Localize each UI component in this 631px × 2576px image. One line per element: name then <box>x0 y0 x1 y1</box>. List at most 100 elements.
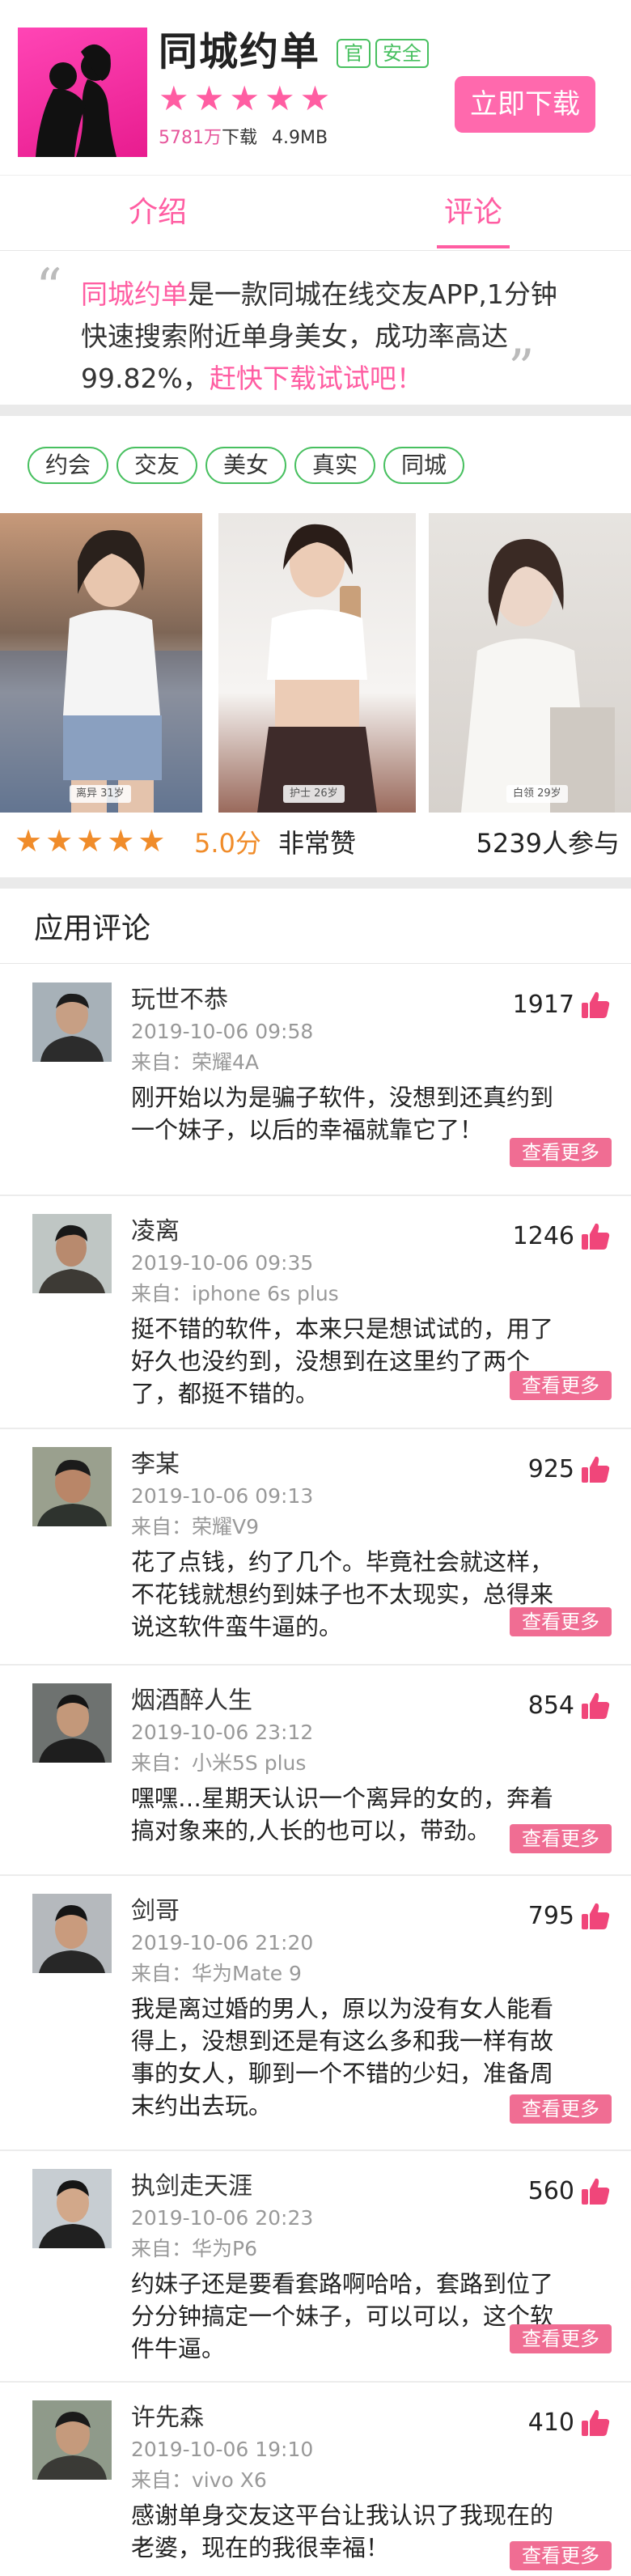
review-item: 烟酒醉人生 2019-10-06 23:12 来自：小米5S plus 854 … <box>0 1666 631 1876</box>
app-meta: 5781万下载 4.9MB <box>159 126 328 151</box>
review-item: 剑哥 2019-10-06 21:20 来自：华为Mate 9 795 我是离过… <box>0 1876 631 2151</box>
download-button[interactable]: 立即下载 <box>455 76 595 133</box>
like-count: 854 <box>527 1691 574 1720</box>
view-more-button[interactable]: 查看更多 <box>510 2094 612 2124</box>
star-icon: ★ <box>264 79 295 118</box>
view-more-button[interactable]: 查看更多 <box>510 1824 612 1853</box>
like-count: 925 <box>527 1455 574 1483</box>
like-count: 795 <box>527 1902 574 1930</box>
review-text: 花了点钱，约了几个。毕竟社会就这样，不花钱就想约到妹子也不太现实，总得来说这软件… <box>131 1548 554 1640</box>
review-item: 执剑走天涯 2019-10-06 20:23 来自：华为P6 560 约妹子还是… <box>0 2151 631 2383</box>
reviews-title: 应用评论 <box>34 912 151 945</box>
keyword-tag[interactable]: 交友 <box>116 447 197 484</box>
like-button[interactable]: 854 <box>528 1687 612 1725</box>
review-device: 来自：小米5S plus <box>131 1751 307 1775</box>
app-star-rating: ★ ★ ★ ★ ★ <box>159 81 330 117</box>
thumbs-up-icon <box>582 1223 610 1250</box>
thumbs-up-icon <box>582 2409 610 2436</box>
review-date: 2019-10-06 21:20 <box>131 1931 314 1954</box>
reviewer-name: 烟酒醉人生 <box>131 1687 252 1715</box>
review-device: 来自：华为P6 <box>131 2237 257 2260</box>
reviewer-name: 凌离 <box>131 1217 180 1246</box>
review-text: 嘿嘿…星期天认识一个离异的女的，奔着搞对象来的,人长的也可以，带劲。 <box>131 1785 554 1844</box>
review-device: 来自：荣耀4A <box>131 1050 260 1074</box>
divider <box>0 963 631 964</box>
reviewer-name: 玩世不恭 <box>131 986 228 1014</box>
keyword-tag[interactable]: 约会 <box>28 447 108 484</box>
review-item: 凌离 2019-10-06 09:35 来自：iphone 6s plus 12… <box>0 1196 631 1429</box>
review-text: 挺不错的软件，本来只是想试试的，用了好久也没约到，没想到在这里约了两个了，都挺不… <box>131 1315 554 1407</box>
star-icon: ★ <box>76 823 104 859</box>
like-button[interactable]: 925 <box>528 1450 612 1489</box>
active-tab-indicator <box>437 245 510 248</box>
like-button[interactable]: 1917 <box>513 986 612 1025</box>
keyword-tag[interactable]: 真实 <box>294 447 375 484</box>
profile-photo[interactable]: 白领 29岁 <box>429 513 631 813</box>
review-text: 感谢单身交友这平台让我认识了我现在的老婆，现在的我很幸福！ <box>131 2502 554 2561</box>
view-more-button[interactable]: 查看更多 <box>510 1371 612 1400</box>
thumbs-up-icon <box>582 1456 610 1483</box>
review-date: 2019-10-06 09:13 <box>131 1484 314 1508</box>
tab-intro[interactable]: 介绍 <box>0 176 316 250</box>
section-divider <box>0 405 631 416</box>
reviewer-name: 执剑走天涯 <box>131 2172 252 2200</box>
star-icon: ★ <box>159 79 189 118</box>
official-badge: 官 <box>337 39 371 68</box>
star-icon: ★ <box>15 823 43 859</box>
safe-badge: 安全 <box>375 39 429 68</box>
view-more-button[interactable]: 查看更多 <box>510 2541 612 2570</box>
view-more-button[interactable]: 查看更多 <box>510 1607 612 1636</box>
app-size: 4.9MB <box>272 128 328 148</box>
like-button[interactable]: 560 <box>528 2172 612 2211</box>
star-icon: ★ <box>299 79 331 118</box>
review-item: 许先森 2019-10-06 19:10 来自：vivo X6 410 感谢单身… <box>0 2383 631 2576</box>
review-text: 刚开始以为是骗子软件，没想到还真约到一个妹子，以后的幸福就靠它了！ <box>131 1084 554 1144</box>
section-divider <box>0 877 631 889</box>
tab-review[interactable]: 评论 <box>316 176 631 250</box>
like-button[interactable]: 1246 <box>513 1217 612 1256</box>
photo-caption: 离异 31岁 <box>70 785 131 803</box>
view-more-button[interactable]: 查看更多 <box>510 1138 612 1167</box>
star-icon: ★ <box>193 79 225 118</box>
like-button[interactable]: 410 <box>528 2404 612 2442</box>
review-date: 2019-10-06 09:58 <box>131 1020 314 1043</box>
keyword-tag[interactable]: 同城 <box>383 447 464 484</box>
review-item: 玩世不恭 2019-10-06 09:58 来自：荣耀4A 1917 刚开始以为… <box>0 965 631 1196</box>
review-device: 来自：iphone 6s plus <box>131 1282 339 1305</box>
intro-text: 同城约单是一款同城在线交友APP,1分钟快速搜索附近单身美女，成功率高达99.8… <box>81 274 566 400</box>
download-count: 5781万 <box>159 128 222 148</box>
keyword-tags: 约会 交友 美女 真实 同城 <box>0 429 631 502</box>
download-suffix: 下载 <box>222 128 258 148</box>
intro-call-to-action: 赶快下载试试吧！ <box>209 363 423 394</box>
thumbs-up-icon <box>582 1903 610 1929</box>
like-count: 1917 <box>512 991 574 1019</box>
avatar <box>32 1214 112 1293</box>
avatar <box>32 982 112 1062</box>
avatar <box>32 2169 112 2248</box>
profile-photo[interactable]: 离异 31岁 <box>0 513 202 813</box>
like-button[interactable]: 795 <box>528 1897 612 1936</box>
star-icon: ★ <box>107 823 135 859</box>
photo-caption: 护士 26岁 <box>283 785 345 803</box>
profile-photo[interactable]: 护士 26岁 <box>218 513 416 813</box>
review-date: 2019-10-06 09:35 <box>131 1251 314 1275</box>
thumbs-up-icon <box>582 1692 610 1719</box>
review-date: 2019-10-06 23:12 <box>131 1721 314 1744</box>
thumbs-up-icon <box>582 991 610 1018</box>
keyword-tag[interactable]: 美女 <box>205 447 286 484</box>
thumbs-up-icon <box>582 2178 610 2205</box>
reviewer-name: 李某 <box>131 1450 180 1479</box>
view-more-button[interactable]: 查看更多 <box>510 2324 612 2353</box>
photo-gallery: 离异 31岁 护士 26岁 白领 29岁 <box>0 513 631 813</box>
review-item: 李某 2019-10-06 09:13 来自：荣耀V9 925 花了点钱，约了几… <box>0 1429 631 1666</box>
reviewer-name: 剑哥 <box>131 1897 180 1925</box>
app-name: 同城约单 <box>159 29 321 74</box>
avatar <box>32 2400 112 2480</box>
intro-section: “ 同城约单是一款同城在线交友APP,1分钟快速搜索附近单身美女，成功率高达99… <box>0 251 631 403</box>
tab-bar: 介绍 评论 <box>0 175 631 251</box>
star-icon: ★ <box>229 79 260 118</box>
reviewer-name: 许先森 <box>131 2404 204 2432</box>
participant-count: 5239人参与 <box>476 828 620 859</box>
like-count: 1246 <box>512 1222 574 1250</box>
review-text: 我是离过婚的男人，原以为没有女人能看得上，没想到还是有这么多和我一样有故事的女人… <box>131 1995 554 2120</box>
